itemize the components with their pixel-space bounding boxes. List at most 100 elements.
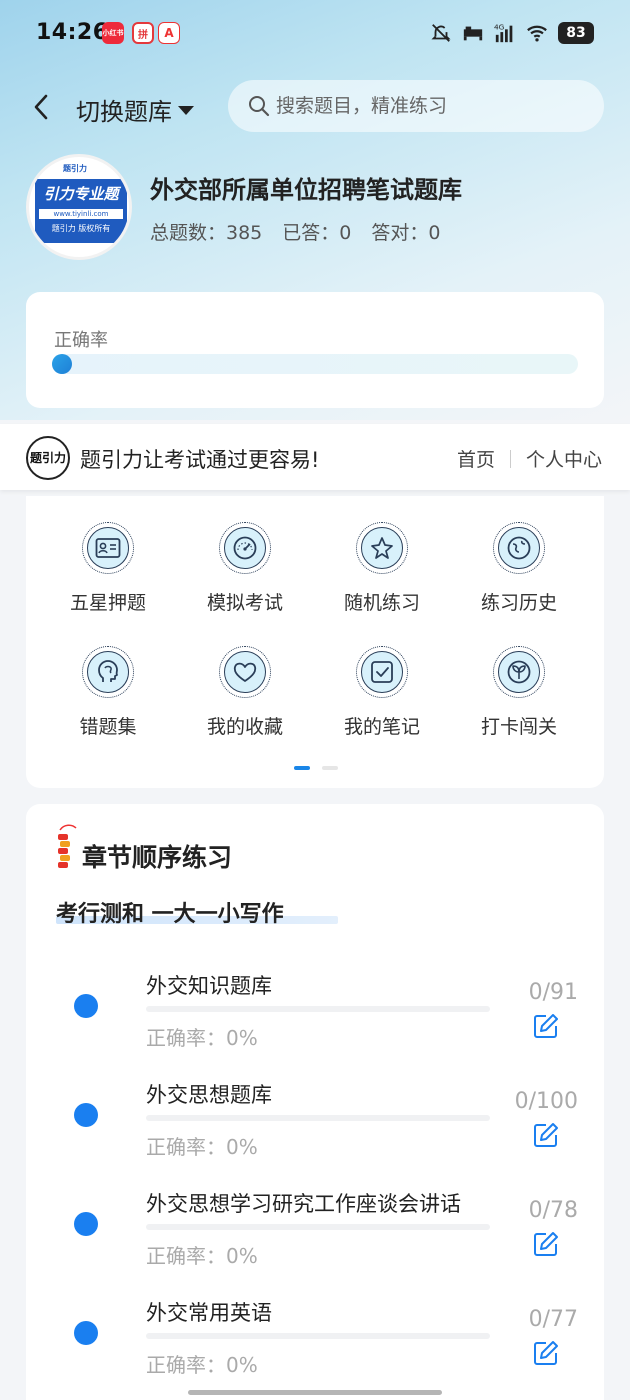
battery-indicator: 83	[558, 22, 594, 44]
row-bullet	[74, 1103, 98, 1127]
row-bullet	[74, 994, 98, 1018]
wifi-icon	[527, 25, 547, 42]
check-in-challenge-button[interactable]: 打卡闯关	[459, 646, 579, 739]
answered-count: 已答：0	[282, 222, 352, 244]
globe-history-icon	[507, 536, 531, 560]
search-input[interactable]	[276, 95, 576, 117]
row-count: 0/100	[514, 1089, 578, 1114]
chapter-row[interactable]: 外交知识题库 正确率：0% 0/91	[26, 964, 604, 1064]
pager-dot[interactable]	[322, 766, 338, 770]
row-name: 外交常用英语	[146, 1301, 272, 1325]
row-accuracy: 正确率：0%	[146, 1244, 258, 1268]
chapter-row[interactable]: 外交常用英语 正确率：0% 0/77	[26, 1291, 604, 1391]
row-name: 外交知识题库	[146, 974, 272, 998]
back-button[interactable]	[24, 90, 58, 124]
home-link[interactable]: 首页	[457, 445, 495, 472]
function-label: 我的收藏	[206, 716, 283, 738]
personal-center-link[interactable]: 个人中心	[526, 445, 602, 472]
row-accuracy: 正确率：0%	[146, 1026, 258, 1050]
my-notes-button[interactable]: 我的笔记	[322, 646, 442, 739]
row-count: 0/78	[528, 1198, 578, 1223]
edit-icon[interactable]	[532, 1012, 560, 1040]
chapter-row[interactable]: 外交思想学习研究工作座谈会讲话 正确率：0% 0/78	[26, 1182, 604, 1282]
row-count: 0/77	[528, 1307, 578, 1332]
chapter-subtitle: 考行测和 一大一小写作	[56, 902, 284, 927]
practice-history-button[interactable]: 练习历史	[459, 522, 579, 615]
logo-copyright: 题引力 版权所有	[51, 224, 111, 233]
xiaohongshu-app-icon: 小红书	[102, 22, 124, 44]
speedometer-icon	[233, 536, 257, 560]
bank-stats: 总题数：385 已答：0 答对：0	[150, 218, 440, 245]
link-divider	[509, 449, 511, 468]
accuracy-label: 正确率	[54, 330, 108, 351]
row-progress-bar	[146, 1333, 490, 1339]
function-label: 错题集	[79, 716, 137, 738]
mock-exam-button[interactable]: 模拟考试	[185, 522, 305, 615]
edit-icon[interactable]	[532, 1230, 560, 1258]
row-bullet	[74, 1321, 98, 1345]
app-a-icon: A	[158, 22, 180, 44]
accuracy-progress-bar	[52, 354, 578, 374]
svg-text:4G: 4G	[494, 22, 505, 31]
my-favorites-button[interactable]: 我的收藏	[185, 646, 305, 739]
shuffle-star-icon	[371, 537, 393, 559]
wrong-questions-button[interactable]: 错题集	[48, 646, 168, 739]
function-label: 练习历史	[480, 592, 557, 614]
row-accuracy: 正确率：0%	[146, 1353, 258, 1377]
search-icon	[249, 96, 270, 117]
random-practice-button[interactable]: 随机练习	[322, 522, 442, 615]
edit-icon[interactable]	[532, 1339, 560, 1367]
row-progress-bar	[146, 1115, 490, 1121]
note-check-icon	[371, 661, 393, 683]
mute-bell-icon	[431, 24, 451, 42]
bank-title: 外交部所属单位招聘笔试题库	[150, 176, 462, 204]
id-card-icon	[95, 538, 121, 558]
leaf-icon	[507, 660, 531, 684]
accuracy-card: 正确率	[26, 292, 604, 408]
switch-bank-button[interactable]: 切换题库	[76, 92, 194, 127]
heart-icon	[233, 662, 257, 682]
caret-down-icon	[178, 106, 194, 115]
switch-bank-label: 切换题库	[76, 98, 172, 126]
function-label: 五星押题	[69, 592, 146, 614]
logo-brand-text: 题引力	[63, 164, 87, 173]
chapter-row[interactable]: 外交思想题库 正确率：0% 0/100	[26, 1073, 604, 1173]
logo-url: www.tiyinli.com	[39, 209, 123, 219]
function-label: 模拟考试	[206, 592, 283, 614]
row-bullet	[74, 1212, 98, 1236]
status-time: 14:26	[36, 20, 109, 45]
promo-logo: 题引力	[26, 436, 70, 480]
promo-slogan: 题引力让考试通过更容易!	[80, 448, 320, 472]
firecracker-icon	[58, 824, 77, 868]
bed-icon	[463, 26, 483, 41]
correct-count: 答对：0	[371, 222, 441, 244]
pinduoduo-app-icon: 拼	[132, 22, 154, 44]
grid-pager[interactable]	[294, 766, 338, 770]
edit-icon[interactable]	[532, 1121, 560, 1149]
chevron-left-icon	[34, 94, 48, 120]
promo-bar: 题引力 题引力让考试通过更容易! 首页 个人中心	[0, 424, 630, 490]
function-label: 打卡闯关	[480, 716, 557, 738]
home-indicator[interactable]	[188, 1390, 442, 1395]
status-bar: 14:26 小红书 拼 A 4G 83	[0, 0, 630, 68]
head-brain-icon	[98, 660, 118, 682]
logo-main-text: 引力专业题	[43, 185, 119, 203]
chapter-title: 章节顺序练习	[82, 843, 233, 872]
five-star-predict-button[interactable]: 五星押题	[48, 522, 168, 615]
function-grid: 五星押题 模拟考试 随机练习 练习历史 错题集 我的收藏 我的笔记 打卡闯关	[26, 496, 604, 788]
accuracy-progress-indicator	[52, 354, 72, 374]
row-name: 外交思想题库	[146, 1083, 272, 1107]
row-name: 外交思想学习研究工作座谈会讲话	[146, 1192, 461, 1216]
row-progress-bar	[146, 1224, 490, 1230]
row-progress-bar	[146, 1006, 490, 1012]
search-bar[interactable]	[228, 80, 604, 132]
function-label: 随机练习	[343, 592, 420, 614]
function-label: 我的笔记	[343, 716, 420, 738]
row-count: 0/91	[528, 980, 578, 1005]
signal-icon: 4G	[494, 22, 513, 43]
pager-dot-active[interactable]	[294, 766, 310, 770]
chapter-practice-card: 章节顺序练习 考行测和 一大一小写作 外交知识题库 正确率：0% 0/91 外交…	[26, 804, 604, 1400]
row-accuracy: 正确率：0%	[146, 1135, 258, 1159]
total-questions: 总题数：385	[150, 222, 263, 244]
bank-logo: 题引力 引力专业题 www.tiyinli.com 题引力 版权所有	[26, 154, 132, 260]
